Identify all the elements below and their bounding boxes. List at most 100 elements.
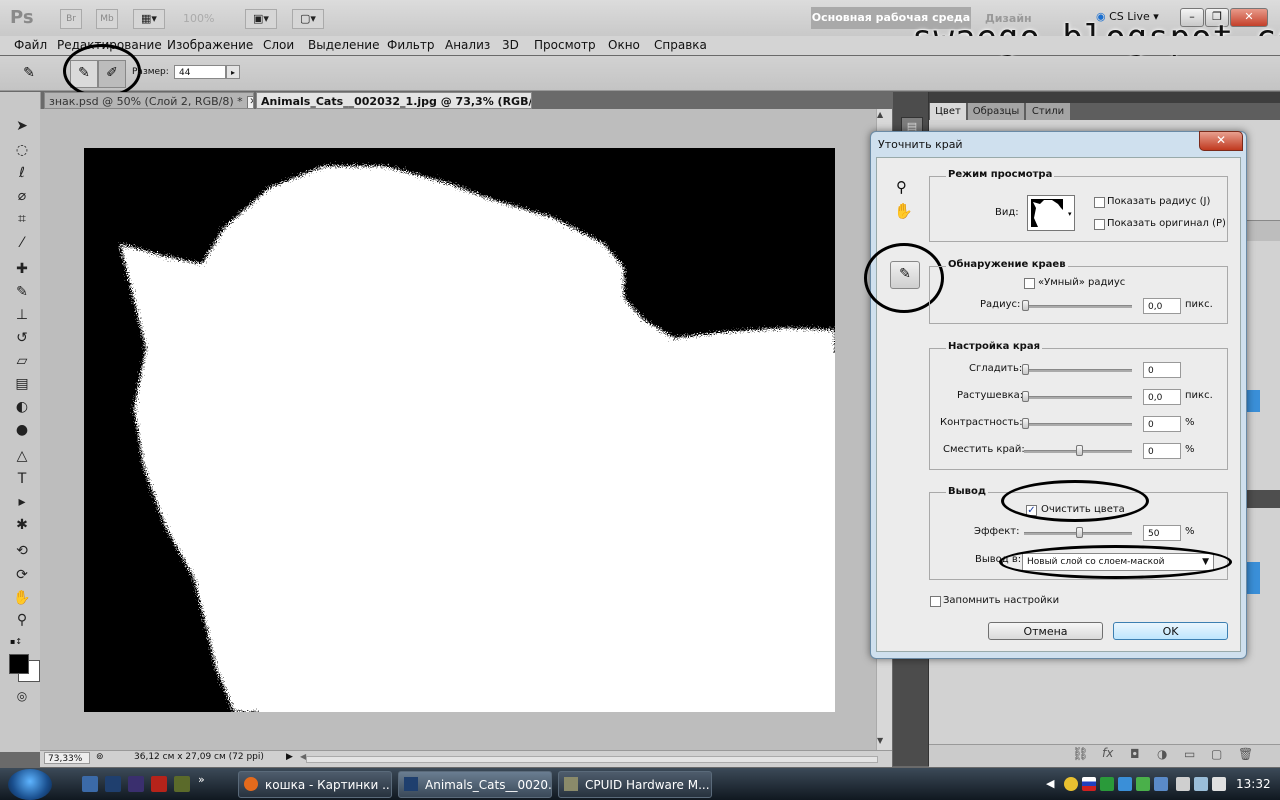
tray-app-icon[interactable] bbox=[1100, 777, 1114, 791]
show-original-checkbox[interactable] bbox=[1094, 219, 1105, 230]
new-layer-icon[interactable]: ▢ bbox=[1211, 747, 1222, 761]
contrast-slider-track[interactable] bbox=[1024, 423, 1132, 426]
zoom-level-display[interactable]: 100% bbox=[183, 12, 214, 25]
smooth-slider-track[interactable] bbox=[1024, 369, 1132, 372]
feather-input[interactable]: 0,0 bbox=[1143, 389, 1181, 405]
trash-icon[interactable]: 🗑 bbox=[1238, 747, 1253, 761]
menu-3d[interactable]: 3D bbox=[502, 38, 519, 52]
tab-animals-cats[interactable]: Animals_Cats__002032_1.jpg @ 73,3% (RGB/… bbox=[256, 92, 532, 109]
taskbar-cpuid-window[interactable]: CPUID Hardware M... bbox=[558, 771, 712, 798]
default-colors-icon[interactable]: ▪↕ bbox=[10, 637, 22, 646]
type-tool-icon[interactable]: T bbox=[12, 469, 32, 489]
history-brush-tool-icon[interactable]: ↺ bbox=[12, 328, 32, 348]
eyedropper-tool-icon[interactable]: ⁄ bbox=[12, 233, 32, 253]
scroll-down-arrow[interactable]: ▼ bbox=[877, 736, 883, 745]
menu-select[interactable]: Выделение bbox=[308, 38, 379, 52]
language-flag-icon[interactable] bbox=[1082, 777, 1096, 791]
clone-stamp-tool-icon[interactable]: ⊥ bbox=[12, 305, 32, 325]
start-button[interactable] bbox=[8, 769, 52, 800]
eraser-tool-icon[interactable]: ▱ bbox=[12, 351, 32, 371]
zoom-field[interactable]: 73,33% bbox=[44, 752, 90, 764]
quicklaunch-audition-icon[interactable] bbox=[82, 776, 98, 792]
amount-slider-thumb[interactable] bbox=[1076, 527, 1083, 538]
path-selection-tool-icon[interactable]: ▸ bbox=[12, 492, 32, 512]
status-info-icon[interactable]: ⊚ bbox=[96, 752, 104, 762]
3d-rotate-tool-icon[interactable]: ⟲ bbox=[12, 541, 32, 561]
crop-tool-icon[interactable]: ⌗ bbox=[12, 209, 32, 229]
menu-file[interactable]: Файл bbox=[14, 38, 47, 52]
tool-preset-picker[interactable]: ✎ bbox=[16, 60, 42, 86]
horizontal-scrollbar[interactable] bbox=[306, 756, 878, 763]
status-menu-arrow[interactable]: ▶ bbox=[286, 752, 293, 762]
quicklaunch-app-icon[interactable] bbox=[174, 776, 190, 792]
extras-menu-button[interactable]: ▦▾ bbox=[133, 9, 165, 29]
healing-brush-tool-icon[interactable]: ✚ bbox=[12, 259, 32, 279]
fx-icon[interactable]: fx bbox=[1102, 746, 1113, 760]
menu-analysis[interactable]: Анализ bbox=[445, 38, 490, 52]
tray-network-status-icon[interactable] bbox=[1194, 777, 1208, 791]
smooth-slider-thumb[interactable] bbox=[1022, 364, 1029, 375]
contrast-input[interactable]: 0 bbox=[1143, 416, 1181, 432]
dialog-close-button[interactable]: ✕ bbox=[1199, 131, 1243, 151]
link-layers-icon[interactable]: ⛓ bbox=[1072, 747, 1089, 762]
adjustment-layer-icon[interactable]: ◑ bbox=[1157, 747, 1167, 761]
cancel-button[interactable]: Отмена bbox=[988, 622, 1103, 640]
dodge-tool-icon[interactable]: ● bbox=[12, 420, 32, 440]
smooth-input[interactable]: 0 bbox=[1143, 362, 1181, 378]
tab-styles[interactable]: Стили bbox=[1026, 103, 1070, 120]
feather-slider-thumb[interactable] bbox=[1022, 391, 1029, 402]
ok-button[interactable]: OK bbox=[1113, 622, 1228, 640]
blur-tool-icon[interactable]: ◐ bbox=[12, 397, 32, 417]
tray-security-icon[interactable] bbox=[1136, 777, 1150, 791]
contrast-slider-thumb[interactable] bbox=[1022, 418, 1029, 429]
tray-display-icon[interactable] bbox=[1176, 777, 1190, 791]
tab-color[interactable]: Цвет bbox=[930, 103, 966, 120]
hand-tool-icon[interactable]: ✋ bbox=[12, 588, 32, 608]
quick-mask-icon[interactable]: ◎ bbox=[12, 686, 32, 706]
hand-tool-icon[interactable]: ✋ bbox=[894, 202, 913, 220]
screen-mode-button[interactable]: ▢▾ bbox=[292, 9, 324, 29]
shift-edge-input[interactable]: 0 bbox=[1143, 443, 1181, 459]
zoom-tool-icon[interactable]: ⚲ bbox=[12, 610, 32, 630]
foreground-color-swatch[interactable] bbox=[9, 654, 29, 674]
tray-network-icon[interactable] bbox=[1118, 777, 1132, 791]
gradient-tool-icon[interactable]: ▤ bbox=[12, 374, 32, 394]
tray-smiley-icon[interactable] bbox=[1064, 777, 1078, 791]
tab-znak-psd[interactable]: знак.psd @ 50% (Слой 2, RGB/8) *✕ bbox=[44, 92, 254, 109]
quick-selection-tool-icon[interactable]: ⌀ bbox=[12, 186, 32, 206]
taskbar-clock[interactable]: 13:32 bbox=[1236, 777, 1271, 791]
brush-tool-icon[interactable]: ✎ bbox=[12, 282, 32, 302]
radius-slider-track[interactable] bbox=[1024, 305, 1132, 308]
3d-orbit-tool-icon[interactable]: ⟳ bbox=[12, 565, 32, 585]
image-canvas[interactable] bbox=[84, 148, 835, 712]
taskbar-firefox-window[interactable]: кошка - Картинки ... bbox=[238, 771, 392, 798]
bridge-button[interactable]: Br bbox=[60, 9, 82, 29]
marquee-tool-icon[interactable]: ◌ bbox=[12, 140, 32, 160]
scroll-up-arrow[interactable]: ▲ bbox=[877, 110, 883, 119]
menu-filter[interactable]: Фильтр bbox=[387, 38, 434, 52]
pen-tool-icon[interactable]: △ bbox=[12, 446, 32, 466]
view-mode-selector[interactable]: ▾ bbox=[1027, 195, 1075, 231]
add-mask-icon[interactable]: ◘ bbox=[1130, 747, 1140, 761]
taskbar-photoshop-window[interactable]: Animals_Cats__0020... bbox=[398, 771, 552, 798]
radius-input[interactable]: 0,0 bbox=[1143, 298, 1181, 314]
feather-slider-track[interactable] bbox=[1024, 396, 1132, 399]
tray-mail-icon[interactable] bbox=[1154, 777, 1168, 791]
tray-volume-icon[interactable] bbox=[1212, 777, 1226, 791]
new-group-icon[interactable]: ▭ bbox=[1184, 747, 1195, 761]
show-radius-checkbox[interactable] bbox=[1094, 197, 1105, 208]
size-dropdown-arrow[interactable]: ▸ bbox=[226, 65, 240, 79]
shift-edge-slider-thumb[interactable] bbox=[1076, 445, 1083, 456]
close-tab-icon[interactable]: ✕ bbox=[246, 95, 253, 108]
quicklaunch-acrobat-icon[interactable] bbox=[151, 776, 167, 792]
zoom-tool-icon[interactable]: ⚲ bbox=[896, 178, 907, 196]
amount-input[interactable]: 50 bbox=[1143, 525, 1181, 541]
menu-image[interactable]: Изображение bbox=[167, 38, 253, 52]
move-tool-icon[interactable]: ➤ bbox=[12, 116, 32, 136]
menu-layers[interactable]: Слои bbox=[263, 38, 294, 52]
quicklaunch-photoshop-icon[interactable] bbox=[105, 776, 121, 792]
menu-window[interactable]: Окно bbox=[608, 38, 640, 52]
shape-tool-icon[interactable]: ✱ bbox=[12, 515, 32, 535]
menu-help[interactable]: Справка bbox=[654, 38, 707, 52]
tab-swatches[interactable]: Образцы bbox=[968, 103, 1024, 120]
